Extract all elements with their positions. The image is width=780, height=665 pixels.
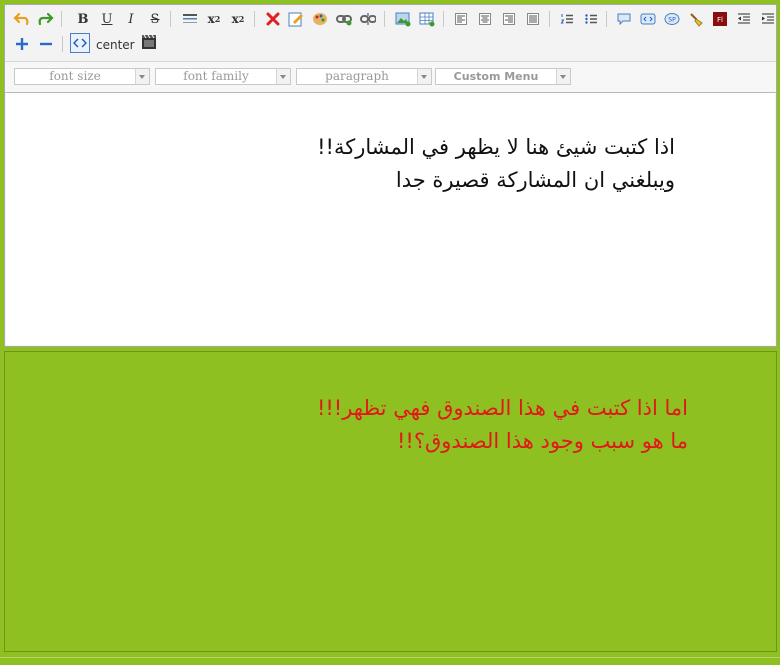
editor-content-area[interactable]: اذا كتبت شيئ هنا لا يظهر في المشاركة!! و… [6, 92, 775, 345]
chevron-down-icon [556, 69, 570, 84]
paragraph-select[interactable]: paragraph [296, 68, 432, 85]
unordered-list-icon[interactable] [581, 9, 601, 29]
bold-label: B [77, 11, 89, 27]
format-select-row: font size font family paragraph Custom M… [5, 61, 776, 93]
font-size-select[interactable]: font size [14, 68, 150, 85]
remove-format-icon[interactable] [263, 9, 283, 29]
superscript-button[interactable]: x2 [204, 9, 224, 29]
outdent-icon[interactable] [734, 9, 754, 29]
font-family-select[interactable]: font family [155, 68, 291, 85]
ordered-list-icon[interactable] [557, 9, 577, 29]
toolbar-row-formatting: B U I S x2 x2 SP Fl [5, 7, 776, 31]
color-palette-icon[interactable] [310, 9, 330, 29]
align-right-icon[interactable] [499, 9, 519, 29]
undo-icon[interactable] [12, 9, 32, 29]
bold-button[interactable]: B [73, 9, 93, 29]
box-text: اما اذا كتبت في هذا الصندوق فهي تظهر!!! … [317, 392, 688, 458]
smiley-icon[interactable]: SP [662, 9, 682, 29]
chevron-down-icon [417, 69, 431, 84]
zoom-in-icon[interactable] [12, 34, 32, 54]
editor-line-1: اذا كتبت شيئ هنا لا يظهر في المشاركة!! [317, 135, 675, 159]
editor-line-2: ويبلغني ان المشاركة قصيرة جدا [395, 168, 675, 192]
insert-table-icon[interactable] [417, 9, 437, 29]
strikethrough-button[interactable]: S [145, 9, 165, 29]
clean-brush-icon[interactable] [686, 9, 706, 29]
custom-menu-select[interactable]: Custom Menu [435, 68, 571, 85]
flash-icon[interactable]: Fl [710, 9, 730, 29]
align-left-icon[interactable] [451, 9, 471, 29]
svg-text:Fl: Fl [717, 16, 723, 24]
svg-text:SP: SP [668, 17, 676, 24]
toolbar-row-extra: center [5, 32, 776, 56]
font-family-label: font family [183, 69, 249, 83]
quote-bubble-icon[interactable] [614, 9, 634, 29]
source-code-icon[interactable] [70, 33, 90, 53]
underline-label: U [101, 11, 113, 27]
paragraph-label: paragraph [325, 69, 389, 83]
extra-text-box[interactable]: اما اذا كتبت في هذا الصندوق فهي تظهر!!! … [4, 351, 777, 652]
editor-text: اذا كتبت شيئ هنا لا يظهر في المشاركة!! و… [317, 131, 675, 197]
center-button[interactable]: center [96, 38, 135, 52]
chevron-down-icon [276, 69, 290, 84]
video-icon[interactable] [139, 32, 159, 52]
indent-icon[interactable] [758, 9, 778, 29]
bottom-divider [0, 657, 780, 658]
box-line-1: اما اذا كتبت في هذا الصندوق فهي تظهر!!! [316, 396, 688, 420]
code-icon[interactable] [638, 9, 658, 29]
rich-text-editor: B U I S x2 x2 SP Fl center font size fon… [4, 4, 777, 347]
zoom-out-icon[interactable] [36, 34, 56, 54]
align-center-icon[interactable] [475, 9, 495, 29]
align-justify-icon[interactable] [523, 9, 543, 29]
italic-button[interactable]: I [121, 9, 141, 29]
underline-button[interactable]: U [97, 9, 117, 29]
font-size-label: font size [49, 69, 101, 83]
box-line-2: ما هو سبب وجود هذا الصندوق؟!! [397, 429, 688, 453]
redo-icon[interactable] [35, 9, 55, 29]
insert-link-icon[interactable] [334, 9, 354, 29]
strikethrough-label: S [150, 11, 160, 27]
edit-html-icon[interactable] [286, 9, 306, 29]
unlink-icon[interactable] [358, 9, 378, 29]
italic-label: I [128, 11, 134, 27]
chevron-down-icon [135, 69, 149, 84]
custom-menu-label: Custom Menu [453, 70, 539, 83]
horizontal-rule-icon[interactable] [180, 9, 200, 29]
insert-image-icon[interactable] [393, 9, 413, 29]
subscript-button[interactable]: x2 [228, 9, 248, 29]
